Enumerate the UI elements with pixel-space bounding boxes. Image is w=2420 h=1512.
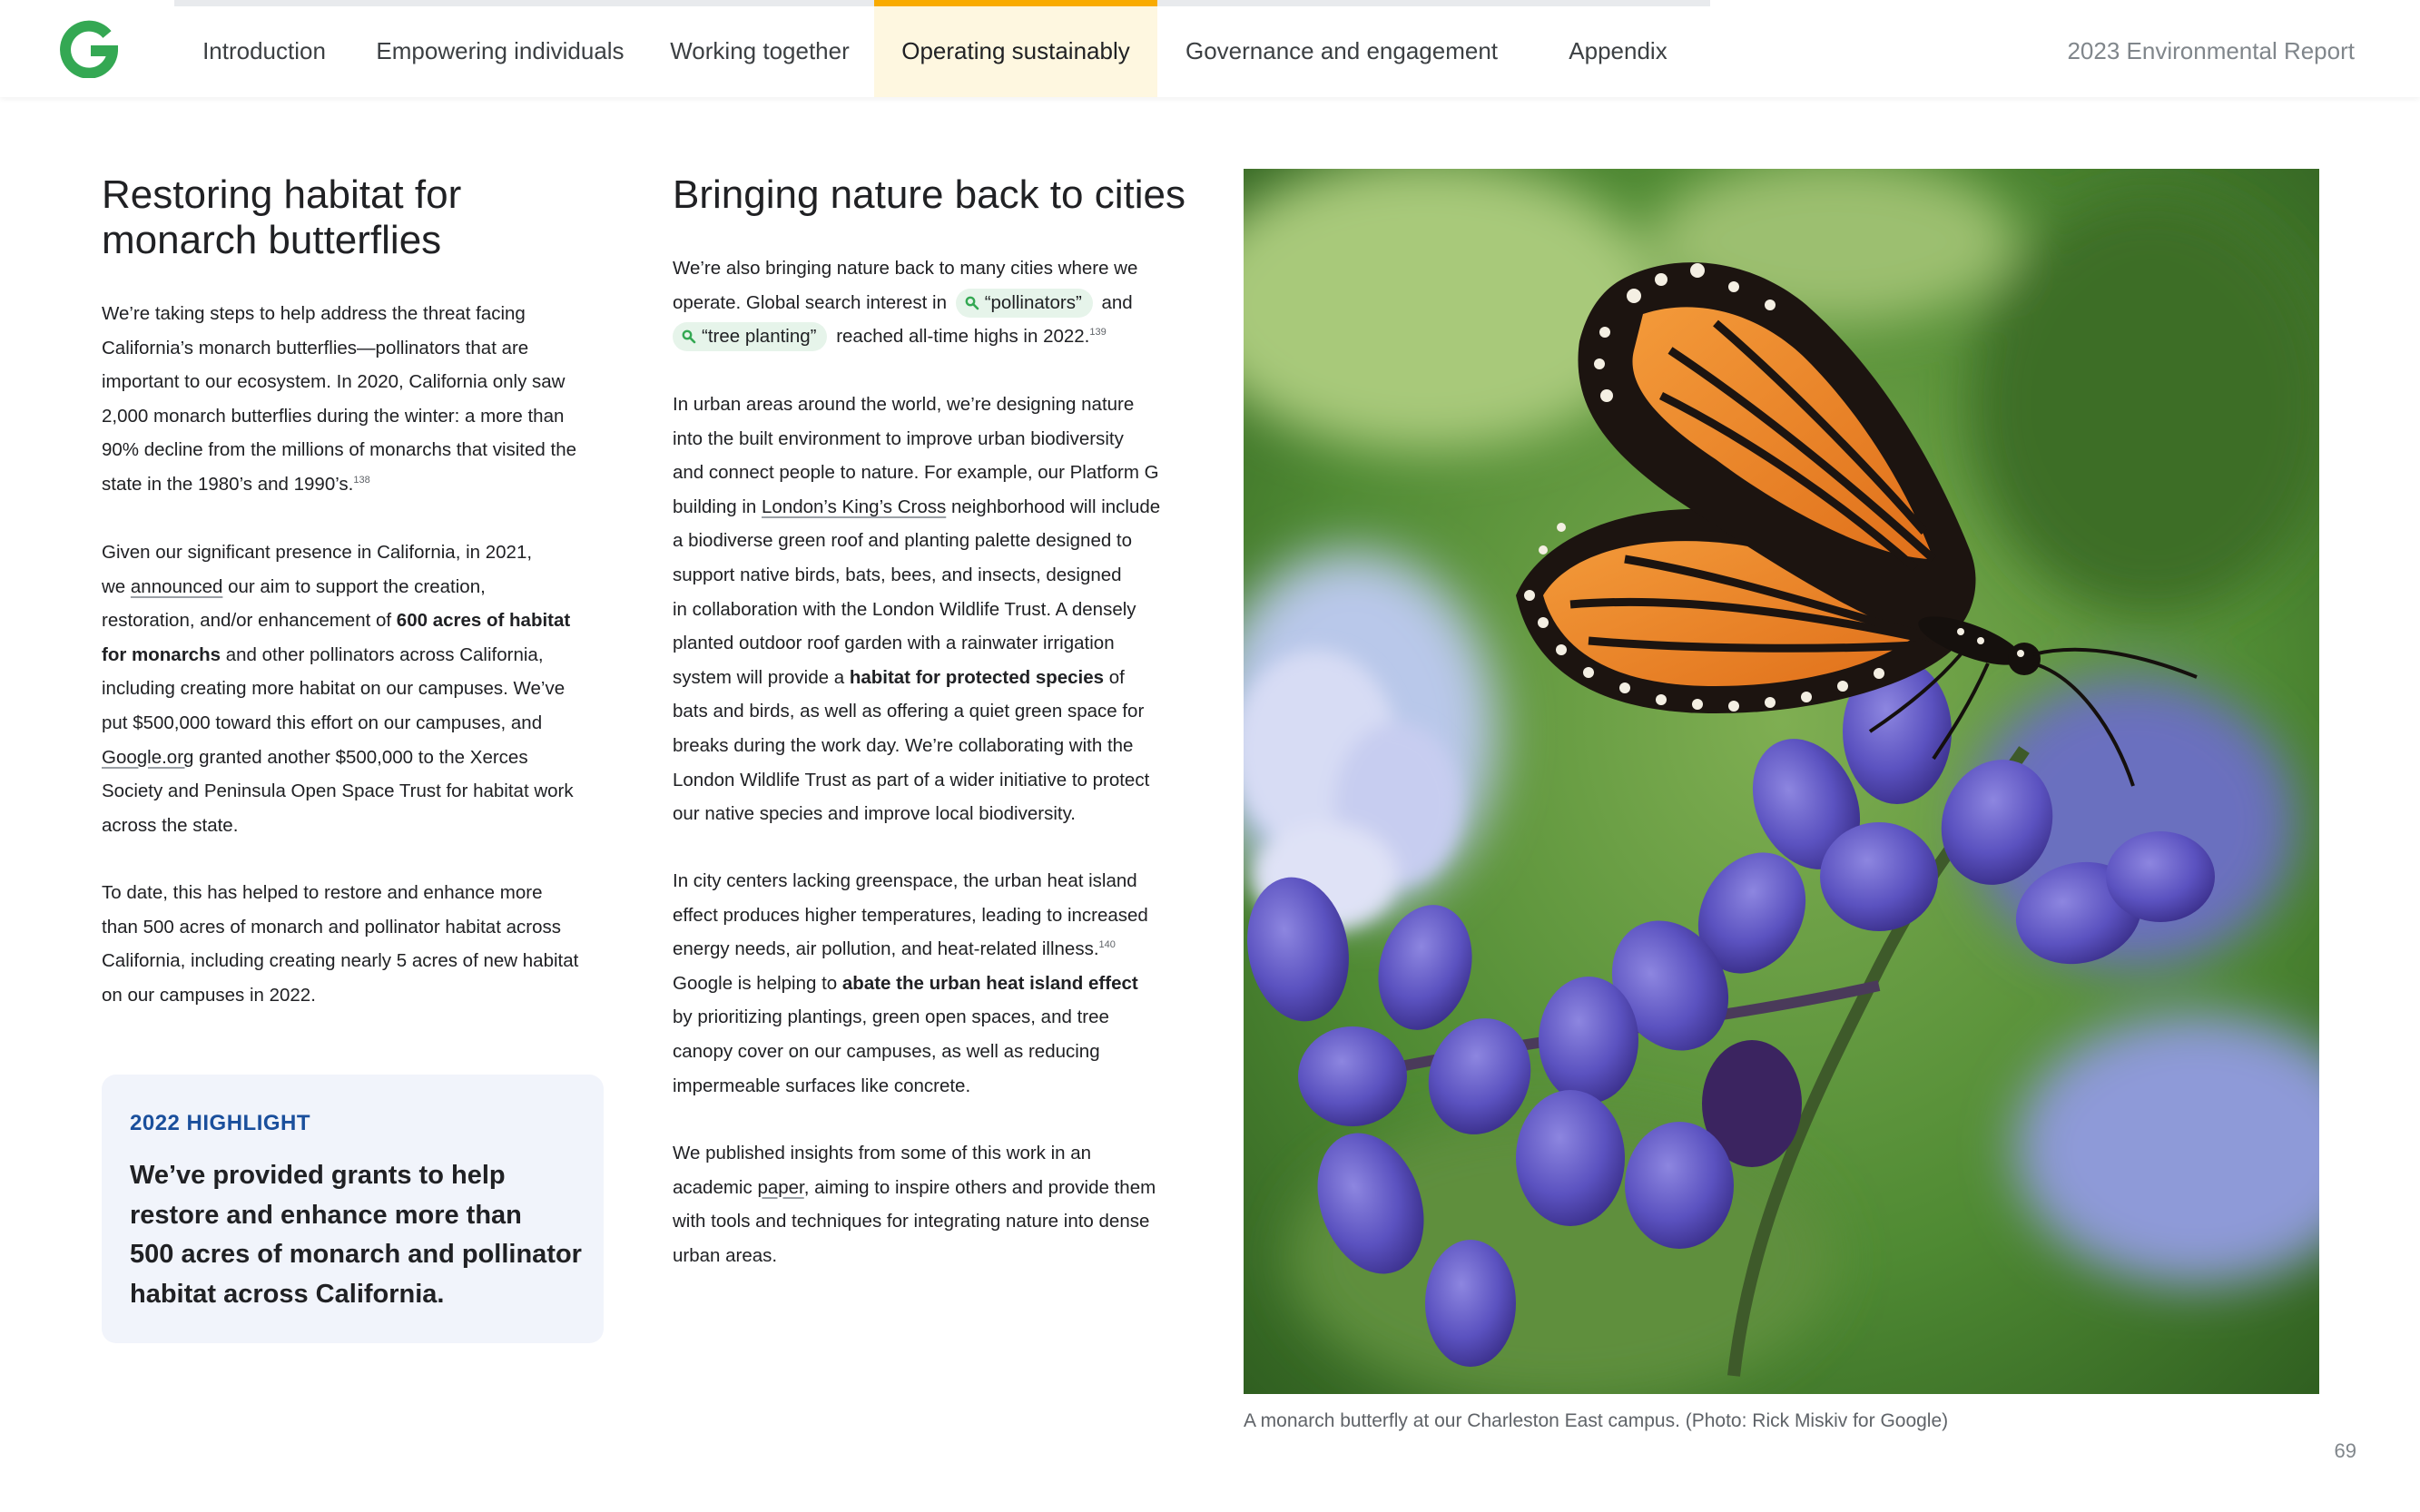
- text-line: a biodiverse green roof and planting pal…: [673, 530, 1133, 552]
- text-line: London Wildlife Trust as part of a wider…: [673, 769, 1150, 790]
- footnote-ref[interactable]: 138: [353, 475, 369, 486]
- text-line: effect produces higher temperatures, lea…: [673, 904, 1148, 926]
- text-line: restore and enhance more than: [130, 1200, 522, 1230]
- text-fragment: and other pollinators across California,: [221, 643, 544, 665]
- text-line: In urban areas around the world, we’re d…: [673, 394, 1135, 415]
- bold-text: for monarchs: [102, 643, 221, 665]
- footnote-ref[interactable]: 139: [1089, 327, 1106, 338]
- tab-empowering-individuals[interactable]: Empowering individuals: [354, 0, 646, 97]
- text-line: support native birds, bats, bees, and in…: [673, 564, 1122, 585]
- text-line: by prioritizing plantings, green open sp…: [673, 1006, 1109, 1028]
- paper-link[interactable]: paper: [757, 1177, 803, 1198]
- text-line: Given our significant presence in Califo…: [102, 542, 533, 563]
- text-line: energy needs, air pollution, and heat-re…: [673, 938, 1099, 960]
- text-line: state in the 1980’s and 1990’s.: [102, 473, 354, 495]
- bold-text: abate the urban heat island effect: [841, 972, 1138, 994]
- text-fragment: of: [1104, 666, 1125, 688]
- announced-link[interactable]: announced: [131, 576, 222, 597]
- text-fragment: academic: [673, 1176, 758, 1198]
- cities-paragraph-4: We published insights from some of this …: [673, 1136, 1156, 1272]
- heading-line: monarch butterflies: [102, 218, 442, 262]
- cities-paragraph-3: In city centers lacking greenspace, the …: [673, 864, 1148, 1103]
- section-heading-cities: Bringing nature back to cities: [673, 172, 1185, 217]
- cities-paragraph-1: We’re also bringing nature back to many …: [673, 251, 1137, 354]
- text-line: To date, this has helped to restore and …: [102, 882, 543, 903]
- text-line: urban areas.: [673, 1244, 778, 1266]
- chip-label: “pollinators”: [984, 291, 1082, 313]
- highlight-text: We’ve provided grants to help restore an…: [130, 1156, 584, 1314]
- monarch-butterfly-photo: [1244, 169, 2319, 1394]
- text-line: We’ve provided grants to help: [130, 1161, 506, 1190]
- report-title: 2023 Environmental Report: [2067, 37, 2355, 64]
- search-icon: [682, 329, 696, 344]
- search-icon: [965, 296, 979, 309]
- text-line: California’s monarch butterflies—pollina…: [102, 337, 529, 358]
- monarch-paragraph-3: To date, this has helped to restore and …: [102, 876, 578, 1012]
- text-line: 90% decline from the millions of monarch…: [102, 439, 577, 461]
- text-line: in collaboration with the London Wildlif…: [673, 598, 1136, 620]
- page-number: 69: [2334, 1439, 2356, 1462]
- text-line: habitat across California.: [130, 1279, 445, 1309]
- text-line: 500 acres of monarch and pollinator: [130, 1240, 582, 1269]
- text-fragment: reached all-time highs in 2022.: [836, 326, 1090, 348]
- heading-line: Restoring habitat for: [102, 172, 462, 217]
- text-line: including creating more habitat on our c…: [102, 678, 566, 700]
- text-fragment: neighborhood will include: [946, 496, 1161, 517]
- bold-text: 600 acres of habitat: [396, 610, 571, 632]
- kings-cross-link[interactable]: London’s King’s Cross: [762, 496, 946, 517]
- text-fragment: restoration, and/or enhancement of: [102, 610, 397, 632]
- tab-introduction[interactable]: Introduction: [174, 0, 354, 97]
- search-chip-pollinators[interactable]: “pollinators”: [955, 288, 1093, 318]
- text-line: canopy cover on our campuses, as well as…: [673, 1040, 1100, 1062]
- text-fragment: and: [1101, 291, 1133, 313]
- monarch-paragraph-2: Given our significant presence in Califo…: [102, 535, 574, 842]
- chip-label: “tree planting”: [702, 326, 817, 348]
- text-line: than 500 acres of monarch and pollinator…: [102, 916, 561, 938]
- google-org-link[interactable]: Google.org: [102, 747, 193, 768]
- monarch-paragraph-1: We’re taking steps to help address the t…: [102, 297, 576, 502]
- cities-paragraph-2: In urban areas around the world, we’re d…: [673, 388, 1160, 831]
- text-fragment: we: [102, 575, 131, 597]
- text-line: 2,000 monarch butterflies during the win…: [102, 405, 565, 427]
- section-heading-monarch: Restoring habitat for monarch butterflie…: [102, 172, 461, 263]
- text-line: with tools and techniques for integratin…: [673, 1211, 1150, 1232]
- text-line: into the built environment to improve ur…: [673, 427, 1124, 449]
- text-fragment: , aiming to inspire others and provide t…: [803, 1176, 1156, 1198]
- text-line: across the state.: [102, 814, 239, 836]
- top-navigation-bar: Introduction Empowering individuals Work…: [0, 0, 2420, 97]
- tab-appendix[interactable]: Appendix: [1526, 0, 1710, 97]
- text-line: planted outdoor roof garden with a rainw…: [673, 633, 1115, 654]
- footnote-ref[interactable]: 140: [1099, 939, 1116, 950]
- tab-governance-and-engagement[interactable]: Governance and engagement: [1157, 0, 1526, 97]
- text-line: our native species and improve local bio…: [673, 803, 1077, 825]
- text-line: and connect people to nature. For exampl…: [673, 462, 1159, 484]
- google-logo-icon[interactable]: [60, 20, 118, 78]
- text-line: on our campuses in 2022.: [102, 984, 316, 1006]
- text-line: We’re taking steps to help address the t…: [102, 303, 526, 324]
- text-line: California, including creating nearly 5 …: [102, 950, 579, 972]
- text-fragment: operate. Global search interest in: [673, 291, 947, 313]
- text-fragment: Google is helping to: [673, 972, 842, 994]
- text-line: Society and Peninsula Open Space Trust f…: [102, 781, 574, 802]
- tab-operating-sustainably[interactable]: Operating sustainably: [874, 0, 1157, 97]
- text-fragment: building in: [673, 496, 762, 517]
- bold-text: habitat for protected species: [849, 666, 1105, 688]
- text-line: put $500,000 toward this effort on our c…: [102, 712, 543, 733]
- text-fragment: granted another $500,000 to the Xerces: [193, 746, 528, 768]
- tab-working-together[interactable]: Working together: [646, 0, 873, 97]
- text-line: In city centers lacking greenspace, the …: [673, 870, 1137, 891]
- text-line: important to our ecosystem. In 2020, Cal…: [102, 371, 566, 393]
- search-chip-tree-planting[interactable]: “tree planting”: [673, 322, 828, 352]
- text-fragment: system will provide a: [673, 666, 850, 688]
- text-line: impermeable surfaces like concrete.: [673, 1075, 971, 1096]
- highlight-card: 2022 HIGHLIGHT We’ve provided grants to …: [102, 1075, 604, 1343]
- photo-caption: A monarch butterfly at our Charleston Ea…: [1244, 1410, 1949, 1431]
- highlight-label: 2022 HIGHLIGHT: [130, 1111, 311, 1135]
- text-line: We’re also bringing nature back to many …: [673, 258, 1138, 279]
- text-line: bats and birds, as well as offering a qu…: [673, 701, 1145, 722]
- text-line: We published insights from some of this …: [673, 1143, 1092, 1163]
- text-fragment: our aim to support the creation,: [222, 575, 486, 597]
- text-line: breaks during the work day. We’re collab…: [673, 734, 1134, 756]
